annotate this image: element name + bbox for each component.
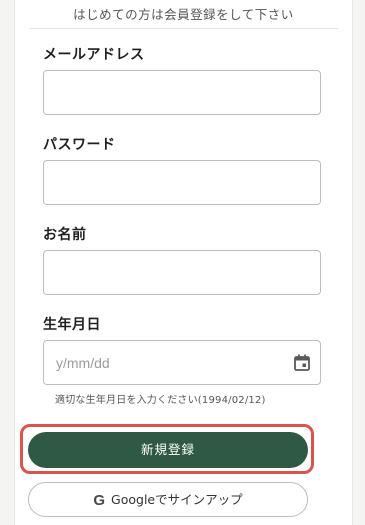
- birthdate-label: 生年月日: [43, 317, 101, 333]
- google-icon: G: [93, 492, 106, 509]
- birthdate-hint: 適切な生年月日を入力ください(1994/02/12): [55, 395, 266, 406]
- password-label: パスワード: [43, 137, 116, 153]
- birthdate-field[interactable]: y/mm/dd: [43, 340, 321, 385]
- signup-notice: はじめての方は会員登録をして下さい: [73, 7, 294, 22]
- register-button[interactable]: 新規登録: [28, 432, 308, 468]
- google-signup-label: Googleでサインアップ: [111, 492, 243, 507]
- password-field[interactable]: [43, 160, 321, 205]
- email-label: メールアドレス: [43, 47, 145, 63]
- name-field[interactable]: [43, 250, 321, 295]
- google-signup-button[interactable]: G Googleでサインアップ: [28, 482, 308, 517]
- birthdate-placeholder: y/mm/dd: [56, 355, 110, 371]
- email-field[interactable]: [43, 70, 321, 115]
- calendar-icon[interactable]: [294, 354, 310, 371]
- name-label: お名前: [43, 227, 87, 243]
- header-divider: [29, 28, 338, 29]
